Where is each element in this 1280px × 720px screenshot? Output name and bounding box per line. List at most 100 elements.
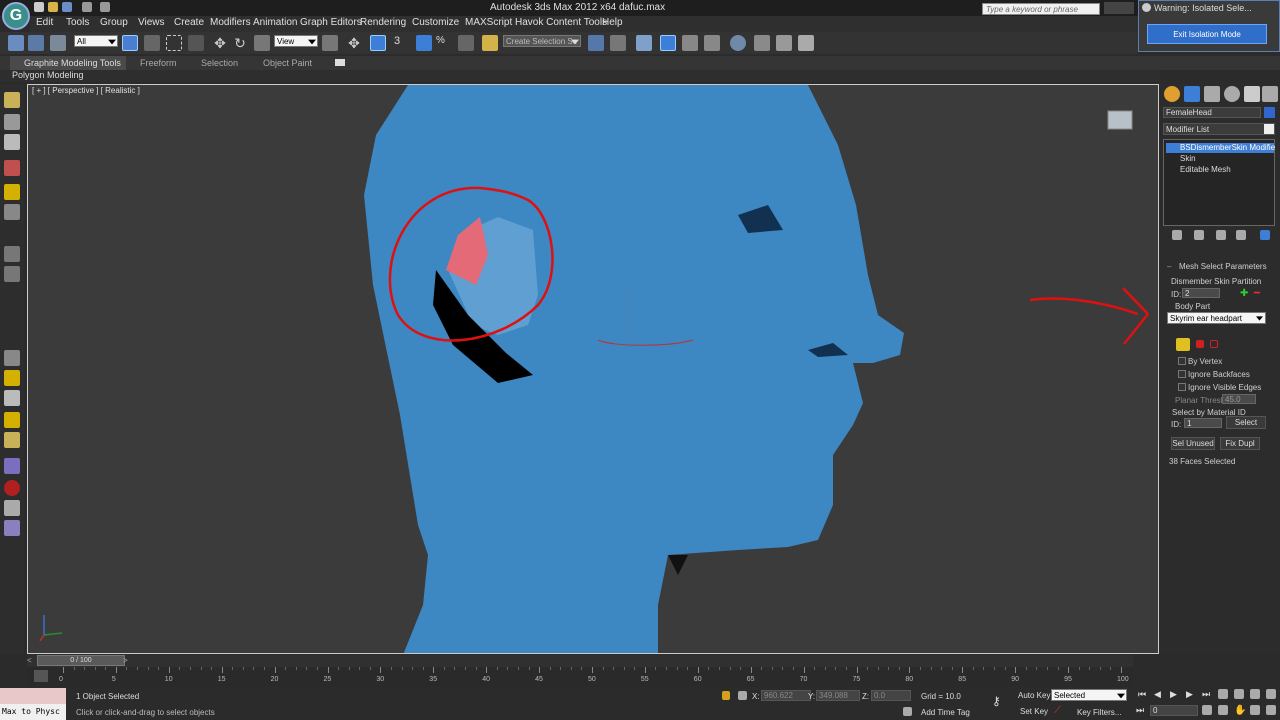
maxscript-listener-output[interactable]: [0, 688, 66, 704]
menu-group[interactable]: Group: [100, 17, 128, 28]
display-tab-icon[interactable]: [1244, 86, 1260, 102]
rollout-title[interactable]: Mesh Select Parameters: [1179, 262, 1267, 271]
menu-tools[interactable]: Tools: [66, 17, 89, 28]
select-button[interactable]: Select: [1226, 416, 1266, 429]
tool-icon[interactable]: [4, 412, 20, 428]
remove-modifier-icon[interactable]: [1236, 230, 1246, 240]
select-by-name-icon[interactable]: [144, 35, 160, 51]
layer-manager-icon[interactable]: [636, 35, 652, 51]
remove-partition-icon[interactable]: ━: [1254, 289, 1263, 299]
pin-stack-icon[interactable]: [1172, 230, 1182, 240]
tool-icon[interactable]: [4, 160, 20, 176]
sel-unused-button[interactable]: Sel Unused: [1171, 437, 1215, 450]
rectangular-selection-icon[interactable]: [166, 35, 182, 51]
exit-isolation-button[interactable]: Exit Isolation Mode: [1147, 24, 1267, 44]
named-selection-dropdown[interactable]: Create Selection Se: [503, 35, 581, 47]
current-frame-field[interactable]: 0: [1150, 705, 1198, 716]
new-file-icon[interactable]: [34, 2, 44, 12]
tool-icon[interactable]: [4, 480, 20, 496]
x-coordinate-field[interactable]: 960.622: [761, 690, 811, 701]
set-key-button[interactable]: Set Key: [1020, 707, 1048, 716]
menu-views[interactable]: Views: [138, 17, 165, 28]
spinner-snap-icon[interactable]: [458, 35, 474, 51]
hierarchy-tab-icon[interactable]: [1204, 86, 1220, 102]
prev-frame-icon[interactable]: <: [27, 656, 35, 666]
move-icon[interactable]: ✥: [212, 35, 228, 51]
time-slider[interactable]: < 0 / 100 >: [27, 655, 1133, 667]
material-editor-icon[interactable]: [730, 35, 746, 51]
snaps-toggle-icon[interactable]: 3: [394, 35, 410, 51]
tool-icon[interactable]: [4, 204, 20, 220]
key-mode-dropdown[interactable]: Selected: [1051, 689, 1127, 701]
tool-icon[interactable]: [4, 184, 20, 200]
key-mode-toggle-icon[interactable]: ⏭: [1136, 705, 1146, 715]
window-crossing-icon[interactable]: [188, 35, 204, 51]
add-time-tag-button[interactable]: Add Time Tag: [921, 708, 970, 717]
zoom-all-icon[interactable]: [1234, 689, 1244, 699]
planar-thresh-spinner[interactable]: 45.0: [1222, 394, 1256, 404]
utilities-tab-icon[interactable]: [1262, 86, 1278, 102]
viewport-label[interactable]: [ + ] [ Perspective ] [ Realistic ]: [32, 86, 140, 95]
frame-counter[interactable]: 0 / 100: [37, 655, 125, 666]
menu-create[interactable]: Create: [174, 17, 204, 28]
stack-item-bsdismember[interactable]: BSDismemberSkin Modifie: [1166, 143, 1275, 153]
by-vertex-checkbox[interactable]: [1178, 357, 1186, 365]
link-icon[interactable]: [8, 35, 24, 51]
selection-filter-dropdown[interactable]: All: [74, 35, 118, 47]
zoom-extents-all-icon[interactable]: [1266, 689, 1276, 699]
tool-icon[interactable]: [4, 370, 20, 386]
select-object-icon[interactable]: [122, 35, 138, 51]
schematic-view-icon[interactable]: [704, 35, 720, 51]
field-of-view-icon[interactable]: [1218, 705, 1228, 715]
orbit-icon[interactable]: [1250, 705, 1260, 715]
tool-icon[interactable]: [4, 458, 20, 474]
rollout-toggle[interactable]: –: [1167, 262, 1171, 271]
show-end-result-icon[interactable]: [1194, 230, 1204, 240]
pivot-center-icon[interactable]: [322, 35, 338, 51]
y-coordinate-field[interactable]: 349.088: [816, 690, 860, 701]
tool-icon[interactable]: [4, 92, 20, 108]
set-key-icon[interactable]: ⟋: [1054, 705, 1066, 717]
tool-icon[interactable]: [4, 500, 20, 516]
fix-dupl-button[interactable]: Fix Dupl: [1220, 437, 1260, 450]
next-frame-icon[interactable]: ▶: [1186, 689, 1196, 699]
timeline-track[interactable]: 0 5 10 15 20 25 30 35 40 45 50 55 60 65 70 75 80 85 90 95 10…: [27, 667, 1133, 687]
tool-icon[interactable]: [4, 390, 20, 406]
element-select-icon[interactable]: [1196, 340, 1204, 348]
menu-customize[interactable]: Customize: [412, 17, 459, 28]
edit-named-selection-icon[interactable]: [482, 35, 498, 51]
undo-icon[interactable]: [82, 2, 92, 12]
app-logo-icon[interactable]: G: [2, 2, 30, 30]
auto-key-button[interactable]: Auto Key: [1018, 691, 1050, 700]
menu-havok[interactable]: Havok Content Tools: [515, 17, 607, 28]
z-coordinate-field[interactable]: 0.0: [871, 690, 911, 701]
tool-icon[interactable]: [4, 432, 20, 448]
modify-tab-icon[interactable]: [1184, 86, 1200, 102]
motion-tab-icon[interactable]: [1224, 86, 1240, 102]
tool-icon[interactable]: [4, 266, 20, 282]
create-tab-icon[interactable]: [1164, 86, 1180, 102]
mirror-icon[interactable]: [588, 35, 604, 51]
polygon-modeling-label[interactable]: Polygon Modeling: [12, 70, 84, 80]
curve-editor-icon[interactable]: [682, 35, 698, 51]
add-partition-icon[interactable]: ✚: [1240, 289, 1249, 299]
configure-modifier-sets-icon[interactable]: [1260, 230, 1270, 240]
maximize-viewport-icon[interactable]: [1266, 705, 1276, 715]
ignore-visible-edges-checkbox[interactable]: [1178, 383, 1186, 391]
tool-icon[interactable]: [4, 114, 20, 130]
tab-selection[interactable]: Selection: [201, 58, 238, 68]
ignore-backfaces-checkbox[interactable]: [1178, 370, 1186, 378]
tab-freeform[interactable]: Freeform: [140, 58, 177, 68]
partition-id-spinner[interactable]: 2: [1182, 288, 1220, 298]
render-setup-icon[interactable]: [754, 35, 770, 51]
mini-curve-editor-icon[interactable]: [34, 670, 48, 682]
tab-graphite-modeling-tools[interactable]: Graphite Modeling Tools: [10, 56, 126, 70]
material-id-spinner[interactable]: 1: [1184, 418, 1222, 428]
tool-icon[interactable]: [4, 134, 20, 150]
angle-snap-icon[interactable]: [416, 35, 432, 51]
maxscript-listener-input[interactable]: Max to Physc: [0, 704, 66, 720]
stack-item-editable-mesh[interactable]: Editable Mesh: [1166, 165, 1274, 175]
perspective-viewport[interactable]: [27, 84, 1159, 654]
next-frame-icon[interactable]: >: [123, 656, 131, 666]
menu-rendering[interactable]: Rendering: [360, 17, 406, 28]
